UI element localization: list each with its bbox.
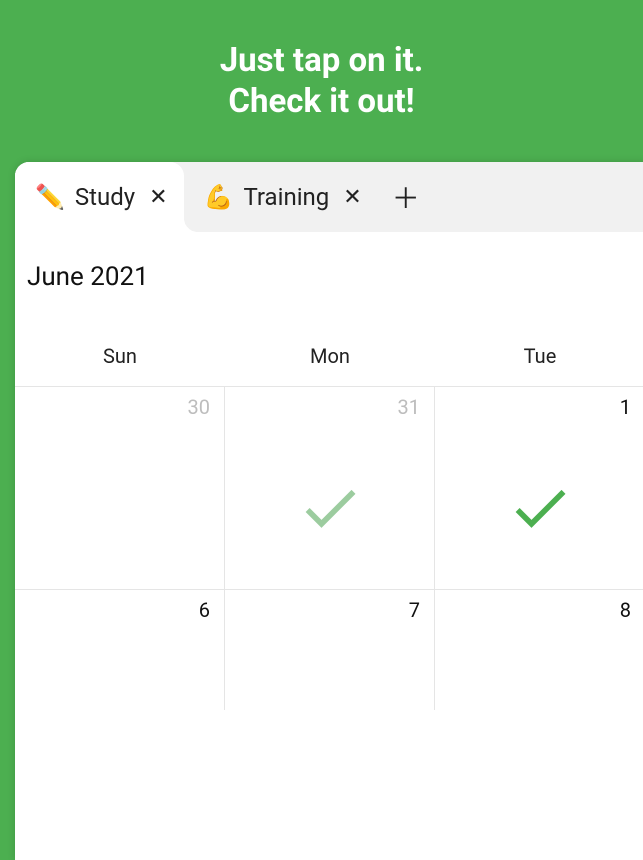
calendar-cell[interactable]: 30 — [15, 387, 225, 589]
weekday-label: Tue — [435, 344, 643, 386]
close-icon[interactable]: ✕ — [149, 185, 167, 210]
tab-study[interactable]: ✏️ Study ✕ — [15, 162, 184, 232]
plus-icon: ＋ — [392, 177, 420, 217]
calendar-cell[interactable]: 31 — [225, 387, 435, 589]
calendar-cell[interactable]: 8 — [435, 590, 643, 710]
check-icon — [506, 474, 574, 542]
weekday-header: Sun Mon Tue — [15, 344, 643, 386]
calendar-content: June 2021 Sun Mon Tue 30 31 1 — [15, 232, 643, 710]
day-number: 31 — [398, 395, 420, 419]
flexed-biceps-icon: 💪 — [204, 183, 234, 211]
tab-label: Study — [75, 183, 135, 211]
calendar-cell[interactable]: 7 — [225, 590, 435, 710]
month-title: June 2021 — [15, 262, 643, 292]
calendar-row: 6 7 8 — [15, 589, 643, 710]
tab-training[interactable]: 💪 Training ✕ — [184, 162, 378, 232]
add-tab-button[interactable]: ＋ — [378, 162, 434, 232]
tab-bar: ✏️ Study ✕ 💪 Training ✕ ＋ — [15, 162, 643, 232]
app-sheet: ✏️ Study ✕ 💪 Training ✕ ＋ June 2021 Sun … — [15, 162, 643, 860]
calendar-row: 30 31 1 — [15, 386, 643, 589]
day-number: 6 — [199, 598, 210, 622]
calendar-grid: Sun Mon Tue 30 31 1 — [15, 344, 643, 710]
close-icon[interactable]: ✕ — [343, 185, 361, 210]
weekday-label: Sun — [15, 344, 225, 386]
hero-line-2: Check it out! — [228, 82, 414, 121]
check-icon — [296, 474, 364, 542]
day-number: 30 — [188, 395, 210, 419]
day-number: 8 — [620, 598, 631, 622]
hero-line-1: Just tap on it. — [220, 41, 424, 80]
weekday-label: Mon — [225, 344, 435, 386]
calendar-cell[interactable]: 6 — [15, 590, 225, 710]
day-number: 7 — [409, 598, 420, 622]
pencil-icon: ✏️ — [35, 183, 65, 211]
tab-label: Training — [243, 183, 329, 211]
calendar-cell[interactable]: 1 — [435, 387, 643, 589]
day-number: 1 — [620, 395, 631, 419]
hero-banner: Just tap on it. Check it out! — [0, 0, 643, 162]
hero-title: Just tap on it. Check it out! — [220, 40, 424, 123]
